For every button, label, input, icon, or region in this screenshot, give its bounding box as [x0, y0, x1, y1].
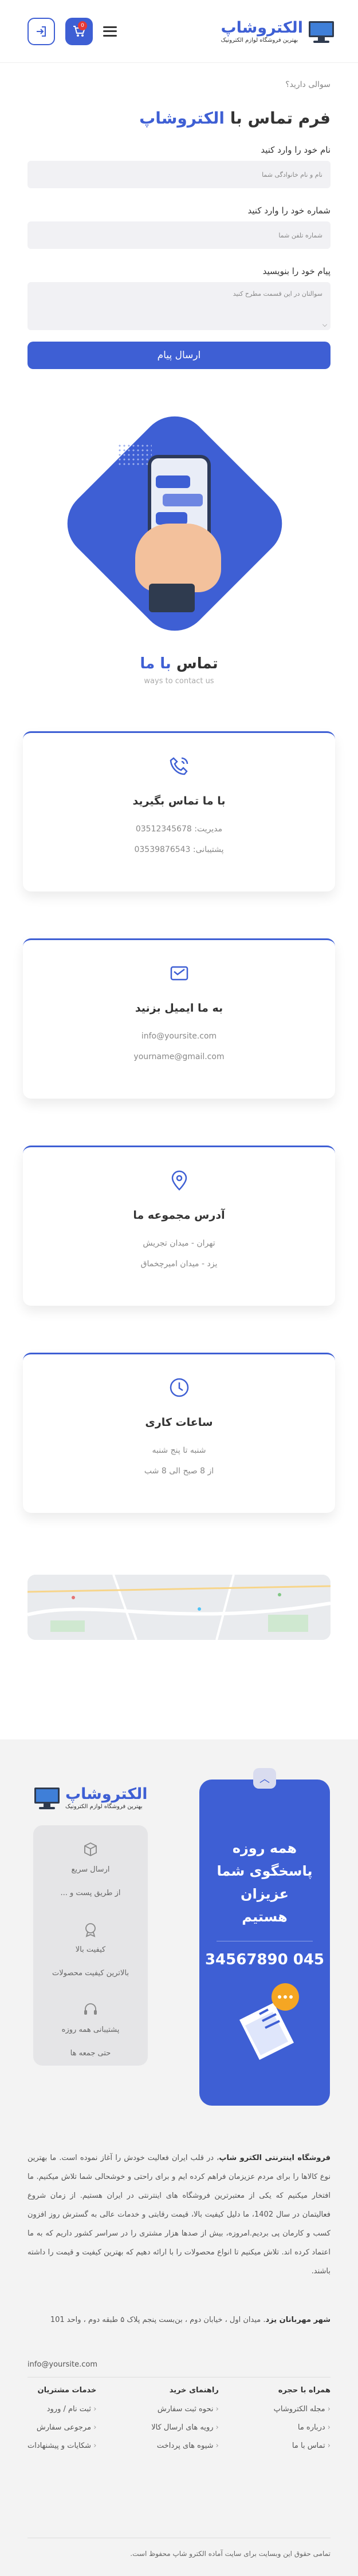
- footer-link[interactable]: شیوه های پرداخت: [151, 2437, 219, 2455]
- contact-card-phone: با ما تماس بگیرید مدیریت: 03512345678 پش…: [23, 731, 335, 891]
- support-headline: همه روزه پاسخگوی شما عزیزان هستیم: [217, 1840, 313, 1925]
- shipping-icon: [84, 1842, 97, 1857]
- logo-name: الکتروشاپ: [221, 19, 303, 37]
- feature-shipping: ارسال سریع از طریق پست و ...: [33, 1841, 148, 1897]
- map[interactable]: [27, 1575, 331, 1640]
- chevron-up-icon: ︿: [259, 1773, 270, 1785]
- card-title: با ما تماس بگیرید: [132, 795, 226, 807]
- form-title-prefix: فرم تماس با: [230, 109, 331, 128]
- monitor-icon: [308, 19, 335, 43]
- form-title-accent: الکتروشاپ: [139, 109, 225, 128]
- card-line: یزد - میدان امیرچخماق: [140, 1259, 218, 1269]
- contact-card-address: آدرس مجموعه ما تهران - میدان تجریش یزد -…: [23, 1146, 335, 1306]
- footer-link[interactable]: نحوه ثبت سفارش: [151, 2400, 219, 2419]
- phone-label: شماره خود را وارد کنید: [247, 205, 331, 216]
- card-line: پشتیبانی: 03539876543: [134, 845, 224, 854]
- footer-link[interactable]: تماس با ما: [274, 2437, 331, 2455]
- monitor-icon: [33, 1786, 61, 1810]
- card-line[interactable]: yourname@gmail.com: [23, 1052, 335, 1061]
- phone-field[interactable]: شماره تلفن شما: [27, 221, 331, 249]
- footer-column-title: خدمات مشتریان: [37, 2386, 97, 2395]
- footer: ︿ همه روزه پاسخگوی شما عزیزان هستیم 045 …: [0, 1739, 358, 2576]
- support-icon: [84, 2003, 97, 2015]
- about-text: فروشگاه اینترنتی الکترو شاپ، در قلب ایرا…: [27, 2149, 331, 2281]
- feature-title: پشتیبانی همه روزه: [61, 2026, 120, 2034]
- name-field[interactable]: نام و نام خانوادگی شما: [27, 161, 331, 188]
- contact-card-hours: ساعات کاری شنبه تا پنج شنبه از 8 صبح الی…: [23, 1353, 335, 1513]
- message-field[interactable]: سوالتان در این قسمت مطرح کنید: [27, 282, 331, 330]
- map-graphic: [27, 1575, 331, 1640]
- quality-icon: [85, 1923, 96, 1937]
- feature-desc: از طریق پست و ...: [60, 1889, 121, 1897]
- header: الکتروشاپ بهترین فروشگاه لوازم الکترونیک…: [0, 0, 358, 63]
- footer-link[interactable]: ثبت نام / ورود: [27, 2400, 96, 2419]
- chat-icon: [239, 1983, 299, 2060]
- card-line: شنبه تا پنج شنبه: [152, 1446, 206, 1455]
- footer-link[interactable]: شکایات و پیشنهادات: [27, 2437, 96, 2455]
- support-card: ︿ همه روزه پاسخگوی شما عزیزان هستیم 045 …: [199, 1768, 330, 2106]
- footer-link[interactable]: رویه های ارسال کالا: [151, 2419, 219, 2437]
- footer-email[interactable]: info@yoursite.com: [27, 2360, 331, 2377]
- menu-icon[interactable]: [103, 26, 117, 37]
- feature-support: پشتیبانی همه روزه حتی جمعه ها: [33, 2002, 148, 2058]
- location-icon: [171, 1170, 187, 1191]
- question-link[interactable]: سوالی دارید؟: [0, 63, 358, 97]
- feature-title: کیفیت بالا: [75, 1945, 106, 1954]
- footer-logo-tagline: بهترین فروشگاه لوازم الکترونیک: [65, 1804, 143, 1810]
- contact-card-email: به ما ایمیل بزنید info@yoursite.com your…: [23, 938, 335, 1099]
- message-label: پیام خود را بنویسید: [262, 266, 331, 276]
- card-line: مدیریت: 03512345678: [135, 825, 223, 834]
- footer-logo[interactable]: الکتروشاپ بهترین فروشگاه لوازم الکترونیک: [33, 1785, 148, 1810]
- header-logo[interactable]: الکتروشاپ بهترین فروشگاه لوازم الکترونیک: [221, 19, 335, 43]
- form-title: فرم تماس با الکتروشاپ: [0, 97, 358, 128]
- footer-link[interactable]: درباره ما: [274, 2419, 331, 2437]
- footer-columns: همراه با حجره مجله الکتروشاپ درباره ما ت…: [27, 2386, 331, 2455]
- footer-link[interactable]: مجله الکتروشاپ: [274, 2400, 331, 2419]
- contact-illustration: [0, 402, 358, 649]
- cart-button[interactable]: 0: [65, 17, 93, 45]
- card-title: ساعات کاری: [145, 1416, 213, 1429]
- email-icon: [170, 966, 188, 981]
- footer-link[interactable]: مرجوعی سفارش: [27, 2419, 96, 2437]
- card-line: از 8 صبح الی 8 شب: [144, 1467, 214, 1476]
- footer-column: خدمات مشتریان ثبت نام / ورود مرجوعی سفار…: [27, 2386, 96, 2455]
- page: الکتروشاپ بهترین فروشگاه لوازم الکترونیک…: [0, 0, 358, 2576]
- address-text: . میدان اول ، خیابان دوم ، بن‌بست پنجم پ…: [50, 2316, 266, 2324]
- submit-button[interactable]: ارسال پیام: [27, 342, 331, 369]
- about-body: ، در قلب ایران فعالیت خودش را آغاز نموده…: [27, 2154, 331, 2276]
- login-button[interactable]: [27, 17, 55, 45]
- about-bold: فروشگاه اینترنتی الکترو شاپ: [219, 2154, 331, 2162]
- footer-column-title: همراه با حجره: [278, 2386, 331, 2395]
- cart-count-badge: 0: [78, 21, 87, 30]
- feature-desc: حتی جمعه ها: [70, 2049, 111, 2058]
- phone-icon: [170, 757, 188, 775]
- card-line[interactable]: info@yoursite.com: [23, 1032, 335, 1041]
- contact-title: تماس با ما: [0, 655, 358, 672]
- contact-title-prefix: تماس: [176, 655, 218, 672]
- card-title: آدرس مجموعه ما: [133, 1209, 225, 1222]
- copyright: تمامی حقوق این وبسایت برای سایت آماده ال…: [27, 2538, 331, 2558]
- feature-quality: کیفیت بالا بالاترین کیفیت محصولات: [33, 1921, 148, 1977]
- login-icon: [37, 26, 46, 37]
- scroll-top-button[interactable]: ︿: [253, 1768, 276, 1789]
- footer-column: همراه با حجره مجله الکتروشاپ درباره ما ت…: [274, 2386, 331, 2455]
- feature-desc: بالاترین کیفیت محصولات: [52, 1969, 129, 1977]
- card-line: تهران - میدان تجریش: [143, 1239, 215, 1248]
- footer-column: راهنمای خرید نحوه ثبت سفارش رویه های ارس…: [151, 2386, 219, 2455]
- feature-title: ارسال سریع: [71, 1865, 110, 1874]
- contact-title-accent: با ما: [140, 655, 171, 672]
- contact-subtitle: ways to contact us: [144, 677, 214, 685]
- address: شهر مهربانان یزد. میدان اول ، خیابان دوم…: [27, 2312, 331, 2329]
- footer-column-title: راهنمای خرید: [169, 2386, 219, 2395]
- features-card: ارسال سریع از طریق پست و ... کیفیت بالا …: [33, 1825, 148, 2066]
- card-title: به ما ایمیل بزنید: [135, 1002, 223, 1014]
- clock-icon: [170, 1378, 188, 1397]
- name-label: نام خود را وارد کنید: [261, 145, 331, 155]
- support-phone[interactable]: 045 34567890: [199, 1951, 330, 1968]
- footer-logo-name: الکتروشاپ: [65, 1785, 148, 1803]
- address-label: شهر مهربانان یزد: [265, 2316, 331, 2324]
- logo-tagline: بهترین فروشگاه لوازم الکترونیک: [221, 37, 298, 43]
